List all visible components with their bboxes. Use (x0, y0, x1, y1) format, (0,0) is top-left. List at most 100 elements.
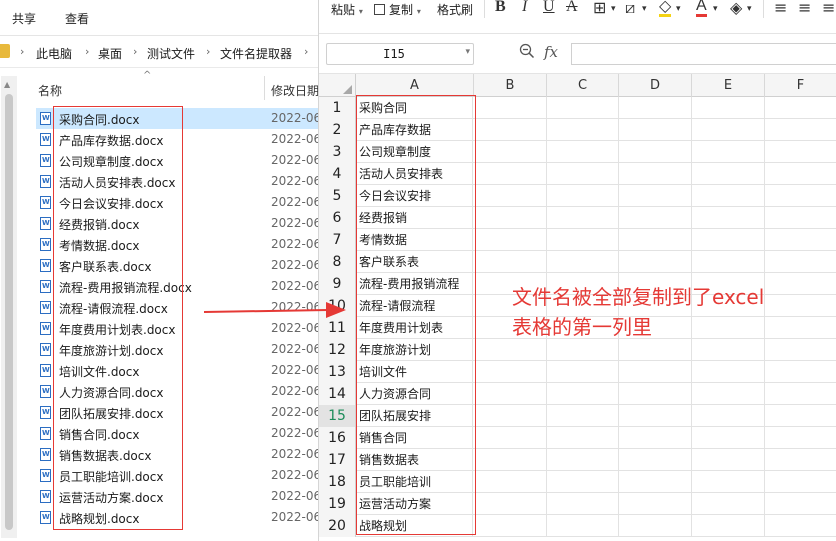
empty-cell[interactable] (547, 449, 619, 471)
empty-cell[interactable] (547, 339, 619, 361)
row-header[interactable]: 12 (319, 339, 356, 361)
empty-cell[interactable] (692, 493, 765, 515)
file-row[interactable]: 培训文件.docx 2022-06 (36, 360, 320, 381)
empty-cell[interactable] (547, 141, 619, 163)
cell-a[interactable]: 年度费用计划表 (356, 317, 473, 339)
cell-a[interactable]: 考情数据 (356, 229, 473, 251)
select-all-corner[interactable] (319, 74, 356, 97)
empty-cell[interactable] (765, 515, 836, 537)
address-bar[interactable]: › 此电脑 › 桌面 › 测试文件 › 文件名提取器 › (0, 36, 320, 68)
empty-cell[interactable] (765, 97, 836, 119)
empty-cell[interactable] (474, 251, 547, 273)
breadcrumb-current-folder[interactable]: 文件名提取器 (220, 45, 292, 62)
file-row[interactable]: 流程-费用报销流程.docx 2022-06 (36, 276, 320, 297)
empty-cell[interactable] (692, 251, 765, 273)
chevron-down-icon[interactable]: ▾ (713, 4, 718, 14)
empty-cell[interactable] (619, 383, 692, 405)
file-row[interactable]: 人力资源合同.docx 2022-06 (36, 381, 320, 402)
empty-cell[interactable] (765, 207, 836, 229)
column-header-b[interactable]: B (474, 74, 547, 97)
empty-cell[interactable] (765, 339, 836, 361)
empty-cell[interactable] (692, 207, 765, 229)
column-header-a[interactable]: A (356, 74, 474, 97)
empty-cell[interactable] (547, 119, 619, 141)
empty-cell[interactable] (692, 449, 765, 471)
row-header[interactable]: 1 (319, 97, 356, 119)
empty-cell[interactable] (619, 405, 692, 427)
empty-cell[interactable] (547, 515, 619, 537)
empty-cell[interactable] (474, 185, 547, 207)
file-row[interactable]: 流程-请假流程.docx 2022-06 (36, 297, 320, 318)
empty-cell[interactable] (474, 471, 547, 493)
empty-cell[interactable] (765, 383, 836, 405)
empty-cell[interactable] (692, 97, 765, 119)
cell-a[interactable]: 销售数据表 (356, 449, 473, 471)
cell-a[interactable]: 战略规划 (356, 515, 473, 537)
row-header[interactable]: 19 (319, 493, 356, 515)
breadcrumb-desktop[interactable]: 桌面 (98, 45, 122, 62)
border-icon[interactable]: ⊞ (593, 0, 606, 17)
scroll-up-icon[interactable]: ▲ (4, 80, 10, 89)
column-header-date[interactable]: 修改日期 (271, 82, 319, 99)
ribbon-tab-view[interactable]: 查看 (65, 10, 89, 27)
empty-cell[interactable] (547, 229, 619, 251)
vertical-scrollbar[interactable]: ▲ (1, 76, 17, 538)
empty-cell[interactable] (692, 339, 765, 361)
cell-a[interactable]: 今日会议安排 (356, 185, 473, 207)
file-row[interactable]: 活动人员安排表.docx 2022-06 (36, 171, 320, 192)
row-header[interactable]: 18 (319, 471, 356, 493)
font-color-icon[interactable]: A (696, 0, 707, 17)
file-row[interactable]: 年度旅游计划.docx 2022-06 (36, 339, 320, 360)
formula-input[interactable] (571, 43, 836, 65)
empty-cell[interactable] (547, 427, 619, 449)
empty-cell[interactable] (547, 405, 619, 427)
column-header-name[interactable]: 名称 (38, 82, 62, 99)
empty-cell[interactable] (474, 207, 547, 229)
empty-cell[interactable] (692, 119, 765, 141)
empty-cell[interactable] (619, 471, 692, 493)
cell-a[interactable]: 采购合同 (356, 97, 473, 119)
file-row[interactable]: 今日会议安排.docx 2022-06 (36, 192, 320, 213)
empty-cell[interactable] (692, 383, 765, 405)
cell-a[interactable]: 员工职能培训 (356, 471, 473, 493)
empty-cell[interactable] (619, 251, 692, 273)
empty-cell[interactable] (765, 493, 836, 515)
empty-cell[interactable] (547, 383, 619, 405)
row-header[interactable]: 9 (319, 273, 356, 295)
empty-cell[interactable] (765, 251, 836, 273)
row-header[interactable]: 2 (319, 119, 356, 141)
row-header[interactable]: 8 (319, 251, 356, 273)
fill-pattern-icon[interactable]: ⧄ (625, 0, 635, 18)
file-row[interactable]: 战略规划.docx 2022-06 (36, 507, 320, 528)
empty-cell[interactable] (619, 207, 692, 229)
align-right-icon[interactable]: ≡ (822, 0, 835, 17)
function-icon[interactable]: fx (544, 43, 558, 61)
column-header-f[interactable]: F (765, 74, 836, 97)
chevron-down-icon[interactable]: ▾ (747, 4, 752, 14)
fill-color-icon[interactable]: ◇ (659, 0, 672, 17)
row-header[interactable]: 13 (319, 361, 356, 383)
empty-cell[interactable] (474, 97, 547, 119)
empty-cell[interactable] (765, 119, 836, 141)
file-row[interactable]: 运营活动方案.docx 2022-06 (36, 486, 320, 507)
empty-cell[interactable] (765, 361, 836, 383)
cell-a[interactable]: 运营活动方案 (356, 493, 473, 515)
empty-cell[interactable] (692, 515, 765, 537)
empty-cell[interactable] (547, 361, 619, 383)
empty-cell[interactable] (474, 163, 547, 185)
file-row[interactable]: 经费报销.docx 2022-06 (36, 213, 320, 234)
file-row[interactable]: 考情数据.docx 2022-06 (36, 234, 320, 255)
empty-cell[interactable] (619, 515, 692, 537)
column-divider[interactable] (264, 76, 265, 100)
row-header[interactable]: 20 (319, 515, 356, 537)
empty-cell[interactable] (765, 185, 836, 207)
empty-cell[interactable] (619, 119, 692, 141)
empty-cell[interactable] (692, 229, 765, 251)
row-header[interactable]: 14 (319, 383, 356, 405)
empty-cell[interactable] (547, 471, 619, 493)
align-center-icon[interactable]: ≡ (798, 0, 811, 17)
cell-a[interactable]: 经费报销 (356, 207, 473, 229)
file-row[interactable]: 销售合同.docx 2022-06 (36, 423, 320, 444)
empty-cell[interactable] (474, 493, 547, 515)
name-box[interactable]: I15 ▾ (326, 43, 474, 65)
